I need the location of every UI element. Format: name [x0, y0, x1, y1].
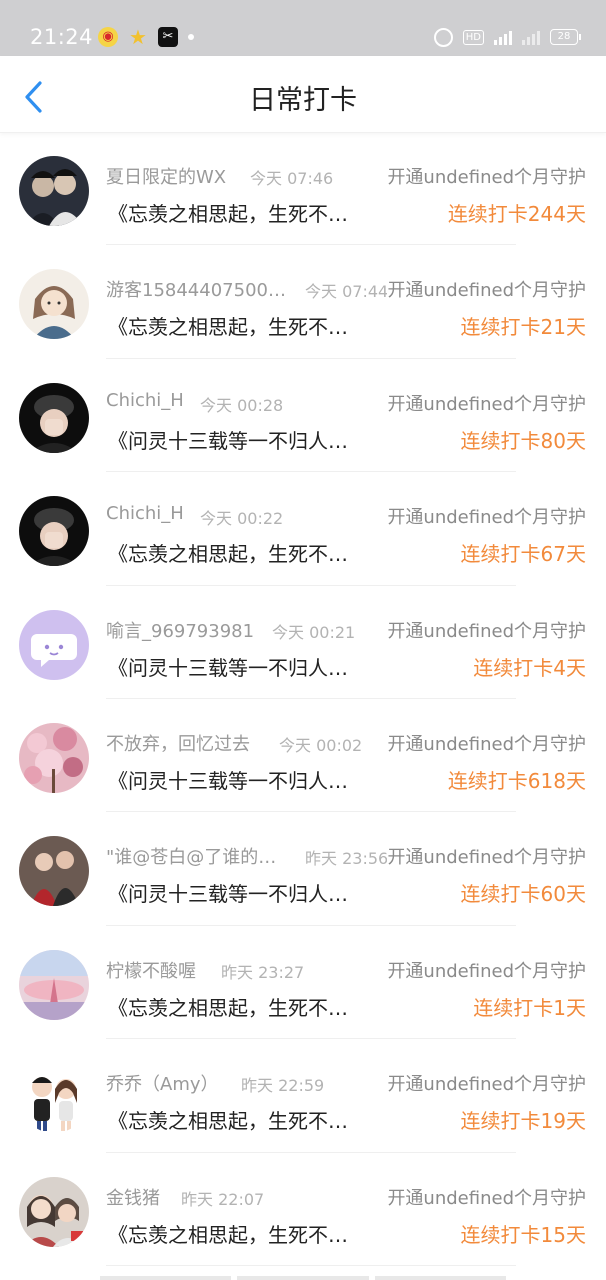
list-item[interactable]: 游客15844407500… 今天 07:44 开通undefined个月守护 …: [0, 245, 606, 360]
streak-badge: 连续打卡60天: [460, 882, 586, 907]
signal-icon: [522, 29, 540, 45]
username: Chichi_H: [106, 503, 184, 525]
book-title[interactable]: 《忘羡之相思起，生死不…: [108, 992, 348, 1021]
guard-text: 开通undefined个月守护: [387, 843, 586, 870]
avatar[interactable]: [19, 609, 89, 680]
streak-badge: 连续打卡21天: [460, 315, 586, 340]
hd-icon: HD: [462, 29, 484, 45]
checkin-time: 今天 00:22: [200, 509, 284, 529]
streak-badge: 连续打卡1天: [473, 995, 586, 1020]
guard-text: 开通undefined个月守护: [387, 276, 586, 303]
streak-badge: 连续打卡244天: [447, 202, 586, 226]
guard-text: 开通undefined个月守护: [387, 729, 586, 756]
checkin-list: 夏日限定的WX 今天 07:46 开通undefined个月守护 《忘羡之相思起…: [0, 132, 606, 1267]
book-title[interactable]: 《忘羡之相思起，生死不…: [108, 1105, 348, 1134]
list-item[interactable]: 金钱猪 昨天 22:07 开通undefined个月守护 《忘羡之相思起，生死不…: [0, 1153, 606, 1267]
weibo-app-icon: ◉: [98, 27, 118, 47]
streak-badge: 连续打卡15天: [460, 1222, 586, 1247]
username: "谁@苍白@了谁的…: [106, 847, 277, 869]
streak-badge: 连续打卡19天: [460, 1109, 586, 1134]
status-indicators: HD 28: [433, 26, 581, 48]
guard-text: 开通undefined个月守护: [387, 389, 586, 416]
guard-text: 开通undefined个月守护: [387, 1070, 586, 1097]
username: 游客15844407500…: [106, 280, 286, 302]
list-item[interactable]: Chichi_H 今天 00:28 开通undefined个月守护 《问灵十三载…: [0, 359, 606, 473]
list-item[interactable]: 不放弃，回忆过去 今天 00:02 开通undefined个月守护 《问灵十三载…: [0, 699, 606, 813]
book-title[interactable]: 《问灵十三载等一不归人…: [108, 765, 348, 794]
checkin-time: 今天 00:28: [200, 395, 284, 415]
list-item[interactable]: 柠檬不酸喔 昨天 23:27 开通undefined个月守护 《忘羡之相思起，生…: [0, 926, 606, 1040]
status-time: 21:24: [30, 25, 94, 49]
guard-text: 开通undefined个月守护: [387, 956, 586, 983]
book-title[interactable]: 《问灵十三载等一不归人…: [108, 878, 348, 907]
avatar[interactable]: [19, 1063, 89, 1134]
username: 夏日限定的WX: [106, 167, 227, 188]
checkin-time: 今天 07:46: [250, 169, 334, 188]
bottom-fade: [100, 1276, 506, 1280]
checkin-time: 今天 00:02: [279, 735, 363, 755]
username: Chichi_H: [106, 389, 184, 411]
username: 不放弃，回忆过去: [106, 733, 250, 755]
avatar[interactable]: [19, 496, 89, 567]
checkin-time: 今天 00:21: [272, 622, 356, 642]
book-title[interactable]: 《问灵十三载等一不归人…: [108, 652, 348, 681]
book-title[interactable]: 《忘羡之相思起，生死不…: [108, 311, 348, 340]
list-item[interactable]: "谁@苍白@了谁的… 昨天 23:56 开通undefined个月守护 《问灵十…: [0, 812, 606, 927]
signal-4g-icon: [494, 29, 512, 45]
list-item[interactable]: 乔乔（Amy） 昨天 22:59 开通undefined个月守护 《忘羡之相思起…: [0, 1039, 606, 1153]
status-bar: 21:24 ◉ ★ ✂ HD 28: [0, 0, 606, 56]
avatar[interactable]: [19, 382, 89, 453]
username: 乔乔（Amy）: [106, 1074, 219, 1096]
alarm-icon: [433, 27, 453, 47]
guard-text: 开通undefined个月守护: [387, 616, 586, 643]
streak-badge: 连续打卡80天: [460, 428, 586, 453]
checkin-time: 昨天 22:59: [241, 1076, 325, 1096]
avatar[interactable]: [19, 722, 89, 793]
guard-text: 开通undefined个月守护: [387, 163, 586, 189]
username: 喻言_969793981: [106, 620, 255, 642]
avatar[interactable]: [19, 269, 89, 340]
list-item[interactable]: 夏日限定的WX 今天 07:46 开通undefined个月守护 《忘羡之相思起…: [0, 132, 606, 246]
avatar[interactable]: [19, 949, 89, 1020]
nav-bar: 日常打卡: [0, 56, 606, 133]
list-item[interactable]: Chichi_H 今天 00:22 开通undefined个月守护 《忘羡之相思…: [0, 472, 606, 586]
book-title[interactable]: 《忘羡之相思起，生死不…: [108, 538, 348, 567]
checkin-time: 今天 07:44: [305, 282, 389, 302]
username: 柠檬不酸喔: [106, 960, 196, 982]
page-title: 日常打卡: [249, 85, 357, 116]
guard-text: 开通undefined个月守护: [387, 503, 586, 530]
checkin-time: 昨天 23:27: [221, 962, 305, 982]
notification-dot-icon: [188, 34, 194, 40]
star-app-icon: ★: [129, 25, 147, 49]
list-item[interactable]: 喻言_969793981 今天 00:21 开通undefined个月守护 《问…: [0, 586, 606, 700]
avatar[interactable]: [19, 836, 89, 907]
streak-badge: 连续打卡4天: [473, 655, 586, 680]
streak-badge: 连续打卡618天: [447, 768, 586, 793]
avatar[interactable]: [19, 1176, 89, 1247]
book-title[interactable]: 《问灵十三载等一不归人…: [108, 425, 348, 454]
capcut-app-icon: ✂: [158, 27, 178, 47]
book-title[interactable]: 《忘羡之相思起，生死不…: [108, 1219, 348, 1248]
checkin-time: 昨天 23:56: [305, 849, 389, 869]
avatar[interactable]: [19, 156, 89, 226]
battery-icon: 28: [550, 29, 581, 45]
guard-text: 开通undefined个月守护: [387, 1183, 586, 1210]
checkin-time: 昨天 22:07: [181, 1189, 265, 1209]
book-title[interactable]: 《忘羡之相思起，生死不…: [108, 198, 348, 227]
streak-badge: 连续打卡67天: [460, 542, 586, 567]
username: 金钱猪: [106, 1187, 160, 1209]
